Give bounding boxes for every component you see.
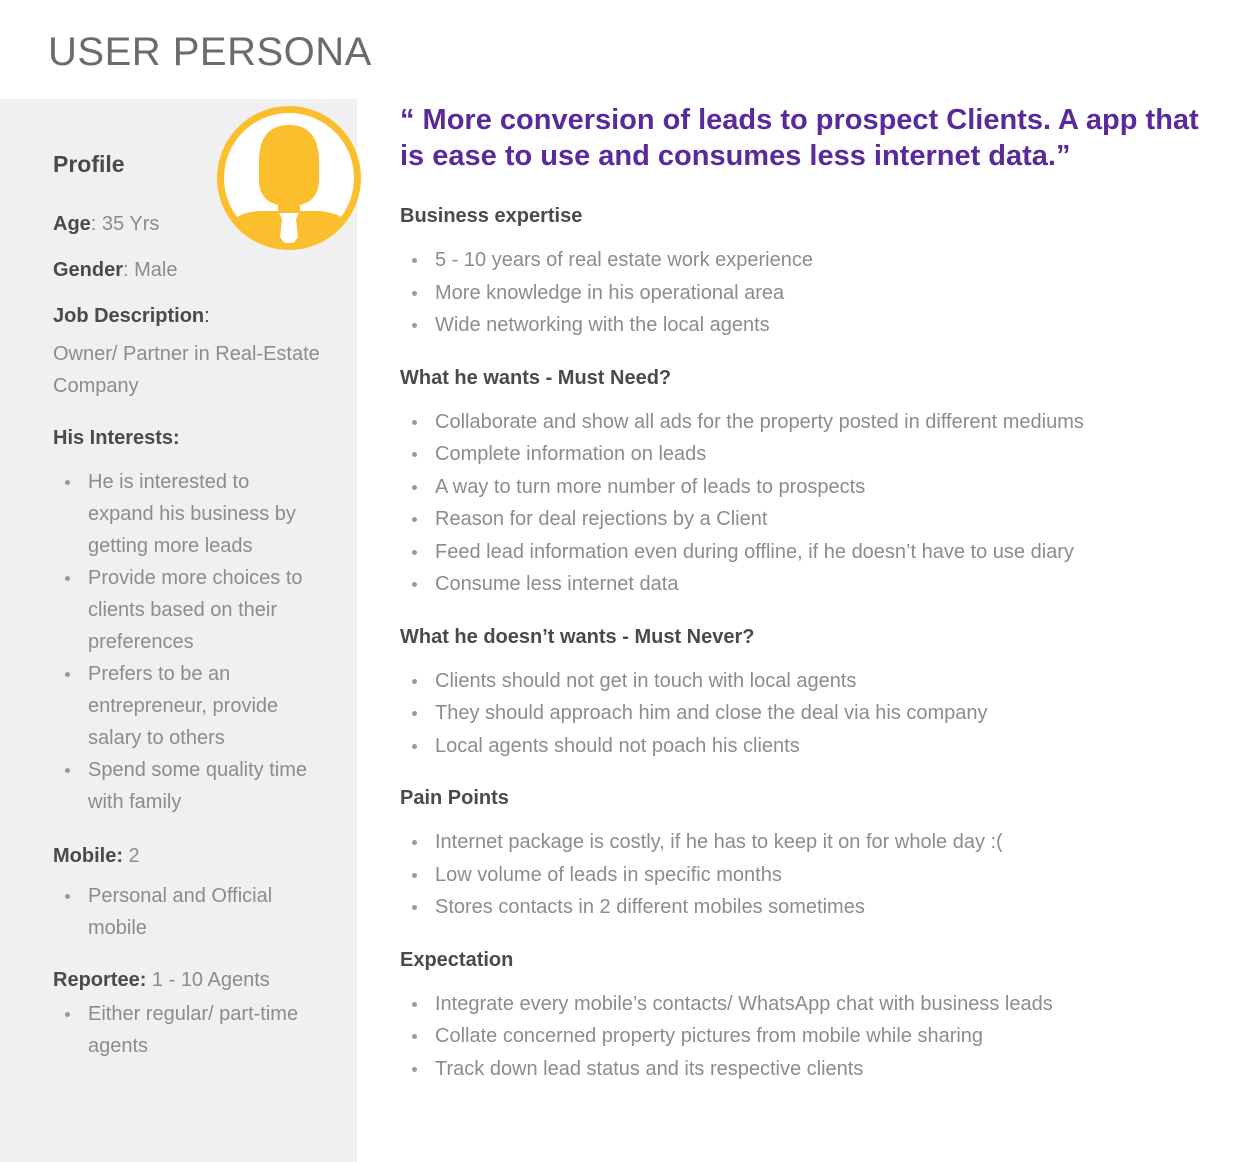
- reportee-value: 1 - 10 Agents: [146, 969, 270, 991]
- list-item: More knowledge in his operational area: [400, 277, 1220, 310]
- persona-quote: “ More conversion of leads to prospect C…: [400, 104, 1199, 172]
- list-item: Consume less internet data: [400, 568, 1220, 601]
- mobile-label: Mobile:: [53, 845, 123, 867]
- interests-heading: His Interests:: [53, 427, 180, 449]
- list-item: He is interested to expand his business …: [53, 466, 318, 562]
- reportee-label: Reportee:: [53, 969, 147, 991]
- list-item: Reason for deal rejections by a Client: [400, 503, 1220, 536]
- list-item: Complete information on leads: [400, 438, 1220, 471]
- job-colon: :: [204, 305, 210, 327]
- page-title: USER PERSONA: [48, 30, 372, 74]
- job-field: Job Description:: [53, 300, 343, 332]
- list-item: Wide networking with the local agents: [400, 309, 1220, 342]
- gender-value: : Male: [123, 259, 178, 281]
- age-field: Age: 35 Yrs: [53, 208, 343, 240]
- list-item: They should approach him and close the d…: [400, 697, 1220, 730]
- list-item: Personal and Official mobile: [53, 880, 318, 944]
- section-heading: Expectation: [400, 948, 514, 971]
- list-item: Feed lead information even during offlin…: [400, 536, 1220, 569]
- reportee-list: Either regular/ part-time agents: [53, 998, 343, 1062]
- list-item: Provide more choices to clients based on…: [53, 562, 318, 658]
- list-item: Prefers to be an entrepreneur, provide s…: [53, 658, 318, 754]
- list-item: Collaborate and show all ads for the pro…: [400, 406, 1220, 439]
- section-heading: Business expertise: [400, 205, 583, 227]
- pain-points-list: Internet package is costly, if he has to…: [400, 826, 1220, 924]
- list-item: A way to turn more number of leads to pr…: [400, 471, 1220, 504]
- persona-details: “ More conversion of leads to prospect C…: [400, 102, 1220, 1105]
- list-item: Stores contacts in 2 different mobiles s…: [400, 891, 1220, 924]
- mobile-field: Mobile: 2: [53, 840, 343, 872]
- mobile-value: 2: [123, 845, 140, 867]
- list-item: Integrate every mobile’s contacts/ Whats…: [400, 988, 1220, 1021]
- expectation-list: Integrate every mobile’s contacts/ Whats…: [400, 988, 1220, 1086]
- interests-list: He is interested to expand his business …: [53, 466, 343, 818]
- business-expertise-list: 5 - 10 years of real estate work experie…: [400, 244, 1220, 342]
- must-need-list: Collaborate and show all ads for the pro…: [400, 406, 1220, 601]
- section-heading: What he wants - Must Need?: [400, 366, 672, 389]
- mobile-list: Personal and Official mobile: [53, 880, 343, 944]
- section-heading: Pain Points: [400, 787, 509, 809]
- list-item: Clients should not get in touch with loc…: [400, 665, 1220, 698]
- profile-panel: Profile Age: 35 Yrs Gender: Male Job Des…: [53, 146, 343, 1084]
- list-item: Local agents should not poach his client…: [400, 730, 1220, 763]
- section-heading: What he doesn’t wants - Must Never?: [400, 625, 755, 648]
- age-value: : 35 Yrs: [90, 213, 160, 235]
- job-description: Owner/ Partner in Real-Estate Company: [53, 343, 320, 397]
- list-item: 5 - 10 years of real estate work experie…: [400, 244, 1220, 277]
- must-never-list: Clients should not get in touch with loc…: [400, 665, 1220, 763]
- list-item: Track down lead status and its respectiv…: [400, 1053, 1220, 1086]
- job-label: Job Description: [53, 305, 205, 327]
- list-item: Low volume of leads in specific months: [400, 859, 1220, 892]
- gender-label: Gender: [53, 259, 124, 281]
- list-item: Spend some quality time with family: [53, 754, 318, 818]
- reportee-field: Reportee: 1 - 10 Agents: [53, 964, 343, 996]
- gender-field: Gender: Male: [53, 254, 343, 286]
- list-item: Internet package is costly, if he has to…: [400, 826, 1220, 859]
- profile-heading: Profile: [53, 151, 125, 177]
- age-label: Age: [53, 213, 91, 235]
- list-item: Collate concerned property pictures from…: [400, 1020, 1220, 1053]
- list-item: Either regular/ part-time agents: [53, 998, 318, 1062]
